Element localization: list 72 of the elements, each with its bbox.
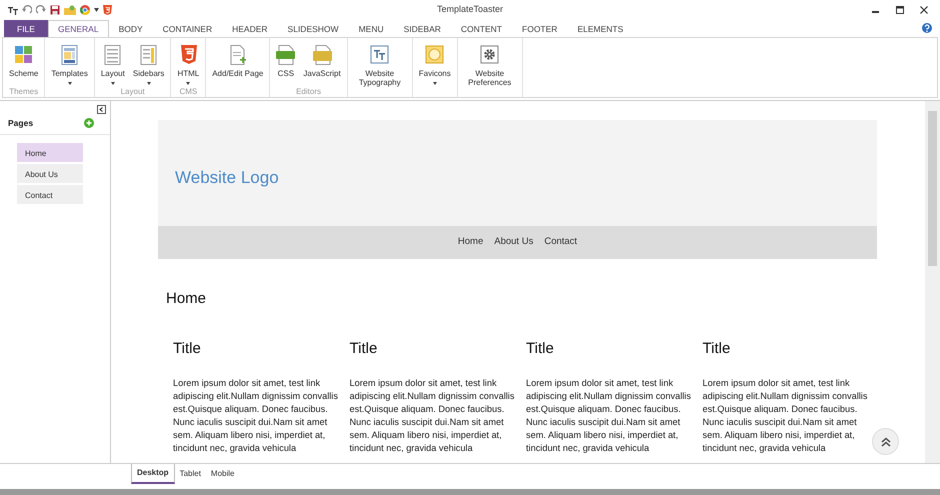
scheme-icon [14, 45, 34, 65]
save-icon[interactable] [50, 5, 60, 15]
css-file-icon [276, 45, 296, 65]
group-label: Layout [120, 86, 146, 97]
group-label: Themes [8, 86, 40, 97]
page-item[interactable]: Contact [17, 184, 83, 204]
ribbon-tab[interactable]: BODY [108, 20, 153, 37]
ribbon-tab[interactable]: HEADER [222, 20, 278, 37]
ribbon-button[interactable]: Favicons [416, 40, 454, 86]
ribbon-button[interactable]: Layout [98, 40, 128, 86]
ribbon-button[interactable]: Sidebars [130, 40, 168, 86]
group-label: CMS [178, 86, 198, 97]
caret-icon[interactable] [94, 8, 99, 12]
collapse-icon[interactable] [97, 105, 106, 114]
redo-icon[interactable] [36, 5, 46, 15]
column-title: Title [173, 338, 202, 358]
ribbon-tab[interactable]: MENU [348, 20, 394, 37]
menu-link[interactable]: Home [458, 235, 484, 250]
column-text: Lorem ipsum dolor sit amet, test link adipiscing elit.Nullam dignissim convallis est.Quisque aliquam. Donec faucibus. Nunc iaculis suscipit dui.Nam sit amet sem. Aliquam libero nisi, imperdiet at, tincidunt nec, gravida vehicula [350, 377, 516, 455]
page-heading: Home [166, 289, 208, 309]
ribbon-button[interactable]: HTML [174, 40, 202, 86]
panel-title: Pages [8, 117, 34, 130]
column-text: Lorem ipsum dolor sit amet, test link adipiscing elit.Nullam dignissim convallis est.Quisque aliquam. Donec faucibus. Nunc iaculis suscipit dui.Nam sit amet sem. Aliquam libero nisi, imperdiet at, tincidunt nec, gravida vehicula [173, 377, 339, 455]
layout-icon [103, 45, 122, 65]
html5-icon[interactable] [103, 5, 112, 15]
window-title: TemplateToaster [436, 3, 504, 16]
text-size-icon[interactable] [8, 5, 18, 15]
page-item[interactable]: Home [17, 142, 83, 162]
ribbon-tab[interactable]: GENERAL [48, 20, 109, 37]
scroll-top-button[interactable] [872, 428, 899, 455]
ribbon-button[interactable]: Scheme [6, 40, 42, 86]
ribbon-tab[interactable]: ELEMENTS [567, 20, 634, 37]
view-tab[interactable]: Desktop [131, 464, 175, 484]
js-file-icon [312, 45, 332, 65]
ribbon-button[interactable]: JavaScript [300, 40, 344, 86]
view-tab[interactable]: Mobile [206, 464, 240, 484]
menu-link[interactable]: Contact [544, 235, 578, 250]
column-text: Lorem ipsum dolor sit amet, test link adipiscing elit.Nullam dignissim convallis est.Quisque aliquam. Donec faucibus. Nunc iaculis suscipit dui.Nam sit amet sem. Aliquam libero nisi, imperdiet at, tincidunt nec, gravida vehicula [702, 377, 868, 455]
add-icon[interactable] [84, 118, 94, 128]
ribbon-button[interactable]: CSS [273, 40, 298, 86]
typography-icon [370, 45, 390, 65]
sidebar-icon [139, 45, 158, 65]
page-item[interactable]: About Us [17, 164, 83, 183]
maximize-icon[interactable] [896, 6, 904, 14]
scrollbar[interactable] [925, 101, 940, 463]
ribbon-tab[interactable]: CONTAINER [152, 20, 222, 37]
ribbon-button[interactable]: Website Preferences [460, 40, 519, 88]
ribbon-tab[interactable]: SIDEBAR [394, 20, 451, 37]
menu-link[interactable]: About Us [494, 235, 534, 250]
help-icon[interactable] [922, 23, 932, 33]
gear-icon [480, 45, 500, 65]
add-page-icon [228, 45, 248, 65]
column-text: Lorem ipsum dolor sit amet, test link adipiscing elit.Nullam dignissim convallis est.Quisque aliquam. Donec faucibus. Nunc iaculis suscipit dui.Nam sit amet sem. Aliquam libero nisi, imperdiet at, tincidunt nec, gravida vehicula [526, 377, 692, 455]
view-tab[interactable]: Tablet [174, 464, 206, 484]
template-icon [60, 45, 80, 65]
ribbon-tab[interactable]: SLIDESHOW [278, 20, 349, 37]
ribbon-tab[interactable]: CONTENT [450, 20, 512, 37]
close-icon[interactable] [920, 6, 928, 14]
chevrons-up-icon [880, 436, 890, 446]
undo-icon[interactable] [22, 5, 32, 15]
favicon-icon [425, 45, 444, 65]
html5-icon [178, 45, 198, 65]
browser-icon[interactable] [80, 5, 90, 15]
ribbon-button[interactable]: Add/Edit Page [209, 40, 266, 86]
group-label: Editors [295, 86, 322, 97]
column-title: Title [526, 338, 555, 358]
column-title: Title [702, 338, 732, 358]
ribbon-tab[interactable]: FOOTER [512, 20, 568, 37]
column-title: Title [350, 338, 378, 358]
ribbon-button[interactable]: Templates [48, 40, 91, 86]
ribbon-button[interactable]: Website Typography [350, 40, 409, 88]
file-menu-button[interactable]: FILE [4, 20, 48, 37]
